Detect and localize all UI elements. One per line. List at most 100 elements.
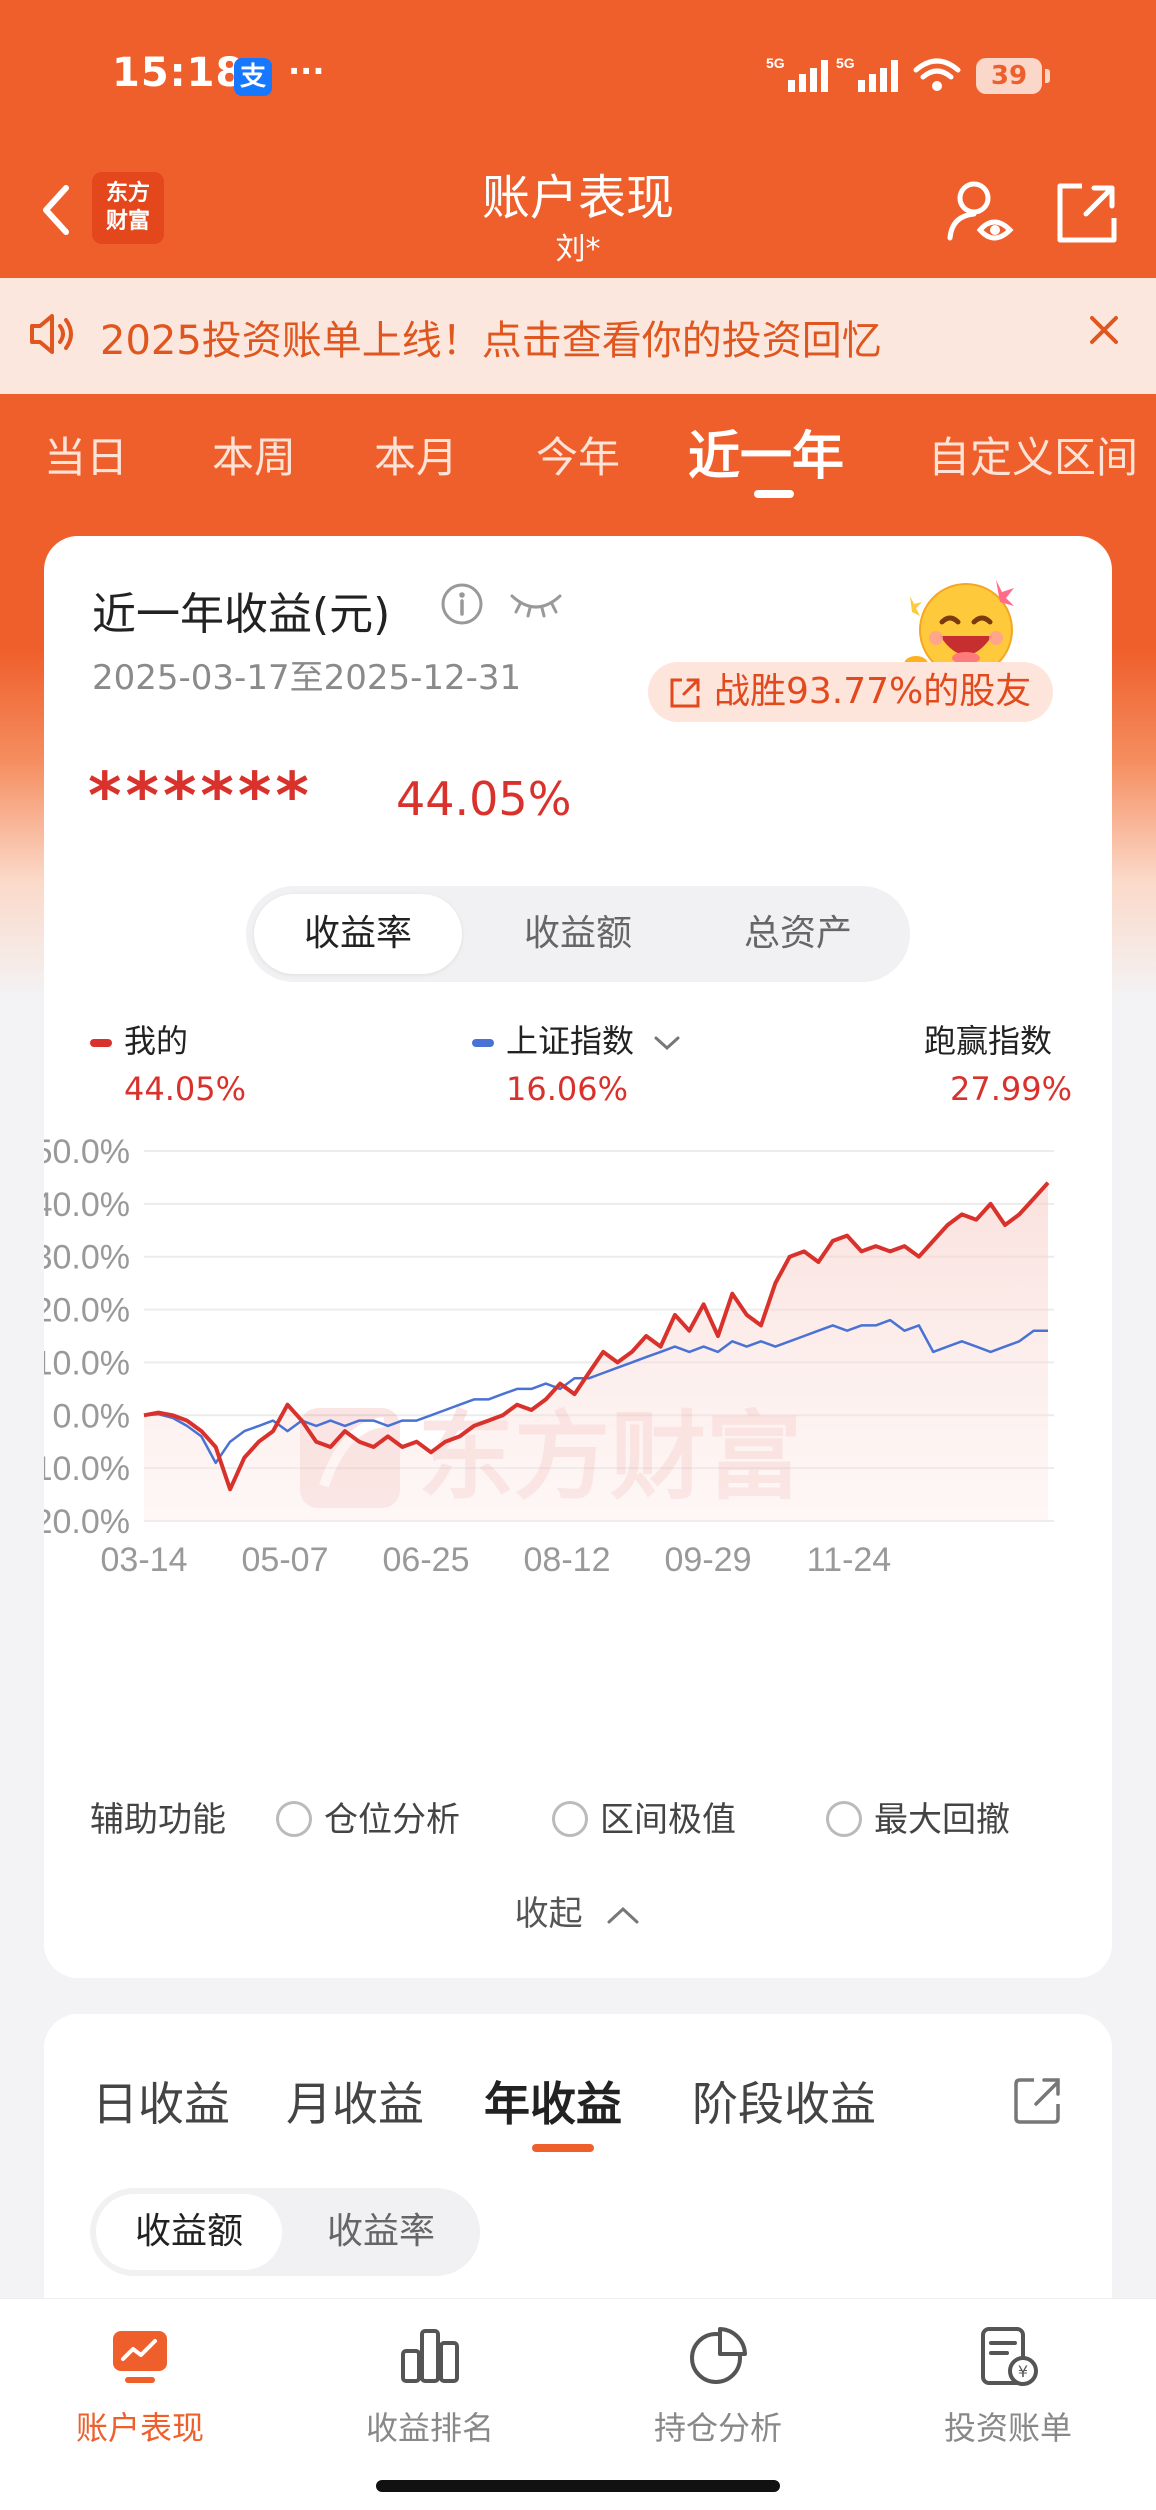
network-type-label: 5G	[766, 55, 785, 71]
legend-index-swatch	[472, 1039, 494, 1047]
metric-segmented-control: 收益率 收益额 总资产	[246, 886, 910, 982]
masked-amount: ******	[88, 760, 313, 834]
status-bar: 15:18 支 ··· 5G 5G 39	[0, 0, 1156, 150]
profit-segmented-control: 收益额 收益率	[90, 2188, 480, 2276]
pie-chart-icon	[690, 2327, 747, 2384]
bill-icon: ¥	[981, 2327, 1038, 2386]
bottom-nav-label-ranking: 收益排名	[365, 2409, 494, 2447]
aux-option-range-extremes[interactable]: 区间极值	[552, 1792, 736, 1841]
legend-beat-value: 27.99%	[950, 1070, 1073, 1108]
performance-card: 近一年收益(元) 2025-03-17至2025-12-31 战胜93.77%的…	[44, 536, 1112, 1978]
cellular-signal-2-icon: 5G	[836, 55, 898, 92]
summary-title: 近一年收益(元)	[92, 589, 391, 640]
x-tick-label: 06-25	[383, 1541, 470, 1579]
nav-bar: 东方 财富 账户表现 刘*	[0, 150, 1156, 278]
return-chart[interactable]: 东方财富 50.0%40.0%30.0%20.0%10.0%0.0%-10.0%…	[44, 1126, 1112, 1696]
date-range: 2025-03-17至2025-12-31	[92, 658, 522, 698]
bottom-nav-label-bill: 投资账单	[943, 2409, 1072, 2447]
speaker-icon	[30, 314, 73, 354]
y-tick-label: 0.0%	[53, 1397, 131, 1435]
collapse-button[interactable]: 收起	[44, 1886, 1112, 1935]
legend-index-label: 上证指数	[506, 1022, 635, 1060]
bottom-nav-profit-ranking[interactable]: 收益排名	[320, 2323, 540, 2449]
legend-mine-label: 我的	[124, 1022, 189, 1060]
info-icon[interactable]	[440, 582, 484, 626]
svg-text:¥: ¥	[1018, 2362, 1028, 2381]
tab-monthly-profit[interactable]: 月收益	[286, 2068, 424, 2134]
radio-position-analysis[interactable]	[276, 1800, 312, 1837]
y-tick-label: 20.0%	[44, 1292, 130, 1330]
beat-text: 战胜93.77%的股友	[714, 671, 1032, 712]
tab-this-month[interactable]: 本月	[374, 424, 458, 485]
bottom-nav-account-performance[interactable]: 账户表现	[30, 2323, 250, 2449]
tab-custom-range[interactable]: 自定义区间	[928, 424, 1138, 485]
x-tick-label: 11-24	[807, 1541, 891, 1579]
hide-amount-eye-icon[interactable]	[506, 582, 566, 626]
metric-tab-return-rate[interactable]: 收益率	[254, 894, 462, 974]
legend-index-value: 16.06%	[506, 1070, 629, 1108]
beat-peers-badge[interactable]: 战胜93.77%的股友	[648, 662, 1054, 722]
ranking-bars-icon	[401, 2329, 459, 2383]
tab-this-week[interactable]: 本周	[212, 424, 296, 485]
y-tick-label: 40.0%	[44, 1186, 130, 1224]
share-icon[interactable]	[1054, 180, 1120, 246]
aux-option-position-analysis[interactable]: 仓位分析	[276, 1792, 460, 1841]
user-privacy-icon[interactable]	[944, 176, 1016, 248]
metric-tab-total-assets[interactable]: 总资产	[694, 894, 902, 974]
period-tabs: 当日 本周 本月 今年 近一年 自定义区间	[0, 394, 1156, 514]
battery-indicator: 39	[976, 58, 1050, 94]
bottom-nav-label-holdings: 持仓分析	[653, 2409, 782, 2447]
x-tick-label: 08-12	[524, 1541, 611, 1579]
tab-stage-profit[interactable]: 阶段收益	[692, 2068, 876, 2134]
bottom-nav-holdings-analysis[interactable]: 持仓分析	[608, 2323, 828, 2449]
wifi-icon	[913, 58, 961, 91]
chevron-down-icon	[654, 1036, 680, 1051]
y-tick-label: -10.0%	[44, 1450, 130, 1488]
collapse-label: 收起	[514, 1894, 583, 1934]
share-icon-2[interactable]	[1012, 2074, 1064, 2126]
tab-daily-profit[interactable]: 日收益	[92, 2068, 230, 2134]
tab-this-year[interactable]: 今年	[536, 424, 620, 485]
metric-tab-return-amount[interactable]: 收益额	[474, 894, 682, 974]
aux-label: 辅助功能	[90, 1800, 226, 1840]
x-tick-label: 05-07	[242, 1541, 329, 1579]
profit-tab-indicator	[532, 2144, 594, 2152]
x-tick-label: 03-14	[101, 1541, 188, 1579]
annual-report-banner[interactable]: 2025投资账单上线！点击查看你的投资回忆	[0, 278, 1156, 394]
legend-mine-swatch	[90, 1039, 112, 1047]
radio-max-drawdown[interactable]	[826, 1800, 862, 1837]
legend-mine: 我的	[90, 1016, 188, 1062]
y-tick-label: 50.0%	[44, 1133, 130, 1171]
bottom-nav: 账户表现 收益排名 持仓分析 ¥ 投资账单	[0, 2298, 1156, 2510]
legend-beat-label: 跑赢指数	[924, 1022, 1053, 1060]
y-tick-label: 30.0%	[44, 1239, 130, 1277]
profit-seg-rate[interactable]: 收益率	[288, 2194, 474, 2270]
x-tick-label: 09-29	[665, 1541, 752, 1579]
cellular-signal-icon: 5G	[766, 55, 828, 92]
network-type-label-2: 5G	[836, 55, 855, 71]
y-tick-label: -20.0%	[44, 1503, 130, 1541]
tab-today[interactable]: 当日	[44, 424, 128, 485]
more-dots-icon: ···	[288, 52, 325, 90]
return-percentage: 44.05%	[396, 772, 572, 826]
profit-seg-amount[interactable]: 收益额	[96, 2194, 282, 2270]
tab-past-year[interactable]: 近一年	[688, 414, 844, 489]
banner-text: 2025投资账单上线！点击查看你的投资回忆	[100, 318, 882, 364]
performance-chart-icon	[113, 2331, 167, 2383]
active-tab-indicator	[754, 490, 794, 498]
legend-mine-value: 44.05%	[124, 1070, 247, 1108]
bottom-nav-investment-bill[interactable]: ¥ 投资账单	[898, 2323, 1118, 2449]
aux-option-max-drawdown[interactable]: 最大回撤	[826, 1792, 1010, 1841]
alipay-icon: 支	[234, 58, 272, 96]
aux-option-max-drawdown-label: 最大回撤	[874, 1800, 1010, 1840]
chevron-up-icon	[607, 1906, 639, 1923]
bottom-nav-label-performance: 账户表现	[75, 2409, 204, 2447]
status-time: 15:18	[112, 50, 245, 96]
y-tick-label: 10.0%	[44, 1344, 130, 1382]
aux-option-range-extremes-label: 区间极值	[600, 1800, 736, 1840]
legend-index-selector[interactable]: 上证指数	[472, 1016, 682, 1062]
home-indicator	[376, 2480, 780, 2492]
tab-yearly-profit[interactable]: 年收益	[484, 2068, 622, 2134]
radio-range-extremes[interactable]	[552, 1800, 588, 1837]
close-icon[interactable]	[1084, 310, 1124, 350]
